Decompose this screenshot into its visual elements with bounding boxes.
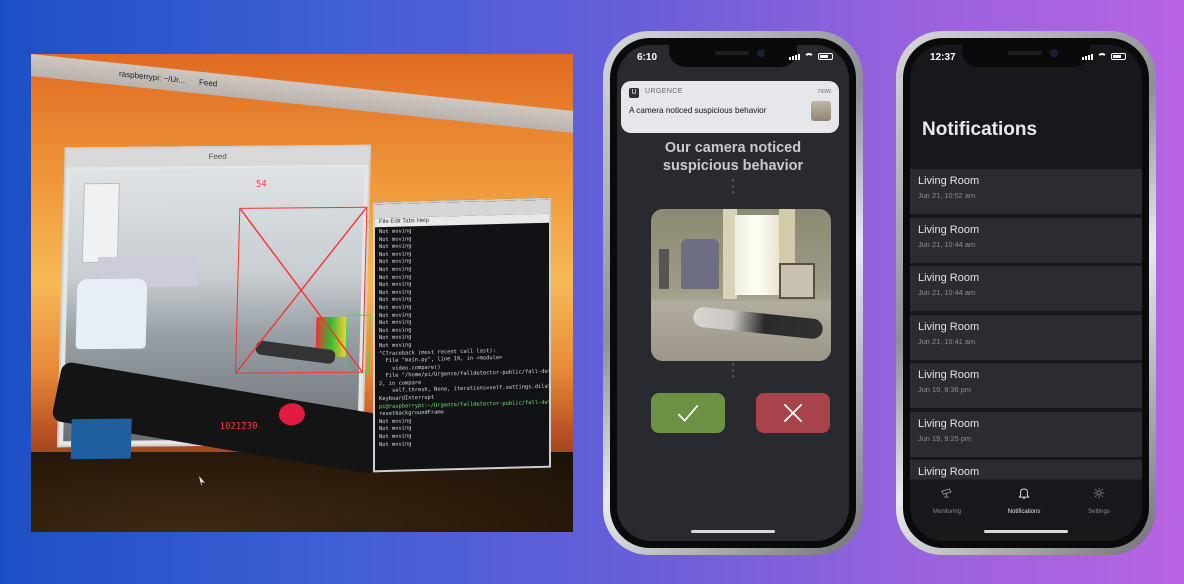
feed-window-title: Feed (66, 146, 369, 168)
banner-app-name: URGENCE (645, 88, 683, 95)
notification-list: Living Room Jun 21, 10:52 am Living Room Ju… (910, 169, 1142, 509)
bell-icon (1018, 488, 1030, 499)
alert-screen: 6:10 U URGENCE now A camera noticed susp… (617, 45, 849, 541)
notification-item[interactable]: Living Room Jun 21, 10:44 am (910, 266, 1142, 311)
home-indicator[interactable] (984, 530, 1068, 533)
dismiss-button[interactable] (756, 393, 830, 433)
notification-room: Living Room (918, 175, 980, 187)
desktop-taskbar: raspberrypi: ~/Ur... Feed (31, 54, 573, 133)
camera-feed (50, 166, 387, 475)
banner-message: A camera noticed suspicious behavior (629, 106, 767, 115)
notch (669, 45, 797, 67)
battery-icon (818, 53, 833, 60)
wifi-icon (1097, 53, 1107, 60)
notification-room: Living Room (918, 466, 980, 478)
notification-item[interactable]: Living Room Jun 21, 10:52 am (910, 169, 1142, 214)
tab-label: Settings (1088, 509, 1110, 515)
notifications-screen: 12:37 Notifications Living Room Jun 21, 1… (910, 45, 1142, 541)
feed-door (81, 182, 120, 264)
status-time: 12:37 (930, 52, 956, 63)
notification-time: Jun 21, 10:52 am (918, 191, 976, 200)
wifi-icon (804, 53, 814, 60)
gear-icon (1093, 487, 1105, 499)
tab-label: Notifications (1007, 509, 1041, 515)
signal-icon (1082, 53, 1093, 60)
banner-thumbnail (811, 101, 831, 121)
notification-time: Jun 21, 10:44 am (918, 239, 976, 249)
alert-title: Our camera noticed suspicious behavior (617, 139, 849, 175)
notification-room: Living Room (918, 417, 980, 430)
feed-chair (75, 278, 148, 350)
notification-item[interactable]: Living Room Jun 21, 10:41 am (910, 314, 1142, 360)
room-side-chair (779, 263, 815, 299)
urgence-app-icon: U (629, 88, 639, 98)
tab-monitoring[interactable]: Monitoring (912, 486, 982, 515)
terminal-window: File Edit Tabs Help Not moving Not moving… (373, 197, 551, 473)
foreground-box (70, 418, 132, 460)
notification-time: Jun 19, 9:25 pm (918, 433, 972, 443)
notification-item[interactable]: Living Room Jun 19, 9:36 pm (910, 363, 1142, 408)
notification-item[interactable]: Living Room Jun 21, 10:44 am (910, 217, 1142, 263)
status-icons (1082, 53, 1126, 60)
tab-settings[interactable]: Settings (1064, 486, 1134, 515)
page-title: Notifications (922, 119, 1038, 140)
notification-room: Living Room (918, 320, 980, 333)
phone-alert: 6:10 U URGENCE now A camera noticed susp… (603, 31, 863, 555)
signal-icon (789, 53, 800, 60)
event-snapshot (651, 209, 831, 361)
confirm-button[interactable] (651, 393, 725, 433)
room-lamp (659, 249, 669, 289)
banner-time: now (818, 88, 831, 95)
dots-icon (731, 363, 735, 378)
push-notification-banner[interactable]: U URGENCE now A camera noticed suspiciou… (621, 81, 839, 133)
tab-notifications[interactable]: Notifications (989, 486, 1059, 515)
notification-room: Living Room (918, 272, 980, 284)
notification-room: Living Room (918, 223, 980, 236)
notification-time: Jun 19, 9:36 pm (918, 385, 972, 394)
alert-title-line-1: Our camera noticed (664, 140, 802, 156)
status-time: 6:10 (637, 52, 658, 63)
bbox-top-label: 54 (255, 179, 267, 190)
taskbar-feed-tab: Feed (199, 77, 218, 89)
bbox-bottom-label: 1021230 (219, 421, 258, 432)
home-indicator[interactable] (691, 530, 775, 533)
notification-item[interactable]: Living Room Jun 19, 9:25 pm (910, 411, 1142, 457)
close-icon (783, 403, 803, 423)
battery-icon (1111, 53, 1126, 60)
desktop-photo: raspberrypi: ~/Ur... Feed Feed 54 102123… (31, 54, 573, 532)
phone-notifications: 12:37 Notifications Living Room Jun 21, 1… (896, 31, 1156, 555)
notification-time: Jun 21, 10:44 am (918, 288, 976, 297)
terminal-output: Not moving Not moving Not moving Not moving… (375, 223, 551, 452)
tab-label: Monitoring (932, 509, 961, 515)
notification-room: Living Room (918, 369, 980, 381)
notch (962, 45, 1090, 67)
room-armchair (681, 239, 719, 289)
camera-icon (941, 488, 952, 498)
notification-time: Jun 21, 10:41 am (918, 336, 976, 346)
status-icons (789, 53, 833, 60)
fall-bounding-box (234, 206, 368, 374)
feed-window: Feed 54 1021230 (50, 144, 387, 475)
checkmark-icon (677, 404, 699, 422)
tab-bar: Monitoring Notifications Settings (910, 479, 1142, 541)
dots-icon (731, 179, 735, 194)
alert-title-line-2: suspicious behavior (662, 158, 804, 174)
room-window (735, 215, 779, 295)
taskbar-terminal-tab: raspberrypi: ~/Ur... (119, 69, 186, 86)
